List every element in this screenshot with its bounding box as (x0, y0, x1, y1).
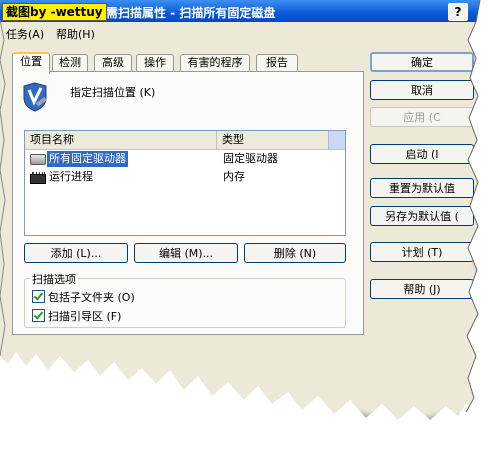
column-header-type[interactable]: 类型 (217, 131, 331, 149)
ok-button[interactable]: 确定 (370, 52, 474, 72)
tab-unwanted-programs[interactable]: 有害的程序 (180, 54, 250, 72)
title-bar[interactable]: 按需扫描属性 - 扫描所有固定磁盘 截图by -wettuy ? (0, 0, 480, 22)
window-title: 按需扫描属性 - 扫描所有固定磁盘 (94, 6, 276, 20)
dialog-window: 按需扫描属性 - 扫描所有固定磁盘 截图by -wettuy ? 任务(A) 帮… (0, 0, 480, 438)
include-subfolders-label[interactable]: 包括子文件夹 (O) (48, 289, 135, 305)
scan-items-list[interactable]: 项目名称 类型 所有固定驱动器 固定驱动器 运行进程 内存 (24, 130, 346, 236)
start-button[interactable]: 启动 (I (370, 144, 474, 164)
header-scroll-stub (328, 131, 345, 149)
reset-default-button[interactable]: 重置为默认值 (370, 178, 474, 198)
shield-icon (23, 82, 48, 112)
tab-reports[interactable]: 报告 (256, 54, 298, 72)
tab-location[interactable]: 位置 (12, 52, 50, 74)
menu-task[interactable]: 任务(A) (6, 26, 44, 42)
drive-icon (30, 154, 46, 165)
list-row[interactable]: 所有固定驱动器 固定驱动器 (25, 151, 325, 167)
row-name: 所有固定驱动器 (47, 151, 128, 167)
help-title-button[interactable]: ? (448, 3, 468, 21)
scan-boot-sector-checkbox[interactable] (32, 309, 45, 322)
save-as-default-button[interactable]: 另存为默认值 ( (370, 206, 474, 226)
cancel-button[interactable]: 取消 (370, 80, 474, 100)
help-button[interactable]: 帮助 (J) (370, 279, 474, 299)
schedule-button[interactable]: 计划 (T) (370, 242, 474, 262)
include-subfolders-checkbox[interactable] (32, 290, 45, 303)
menu-help[interactable]: 帮助(H) (56, 26, 95, 42)
scan-location-heading: 指定扫描位置 (K) (70, 86, 156, 99)
list-header: 项目名称 类型 (25, 131, 345, 150)
list-row[interactable]: 运行进程 内存 (25, 169, 325, 185)
column-header-name[interactable]: 项目名称 (25, 131, 217, 149)
delete-button[interactable]: 删除 (N) (244, 243, 346, 263)
process-icon (30, 172, 46, 184)
tab-actions[interactable]: 操作 (136, 54, 174, 72)
row-name: 运行进程 (49, 170, 93, 183)
tab-advanced[interactable]: 高级 (94, 54, 132, 72)
edit-button[interactable]: 编辑 (M)... (134, 243, 238, 263)
tab-detection[interactable]: 检测 (52, 54, 88, 72)
scan-boot-sector-label[interactable]: 扫描引导区 (F) (48, 308, 121, 324)
row-type: 内存 (223, 170, 245, 183)
add-button[interactable]: 添加 (L)... (24, 243, 128, 263)
apply-button[interactable]: 应用 (C (370, 107, 474, 127)
watermark-label: 截图by -wettuy (2, 3, 107, 21)
scan-options-label: 扫描选项 (30, 271, 78, 287)
row-type: 固定驱动器 (223, 152, 278, 165)
